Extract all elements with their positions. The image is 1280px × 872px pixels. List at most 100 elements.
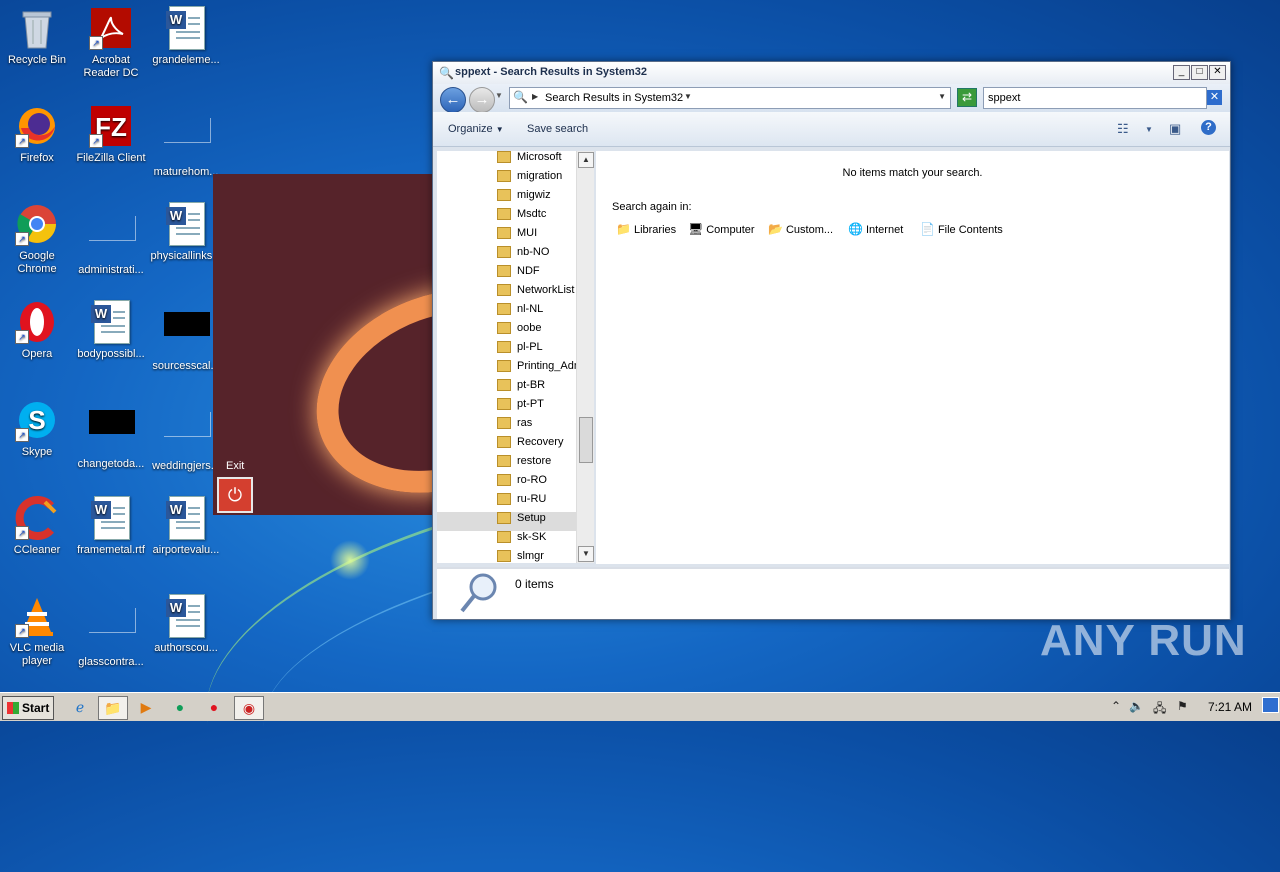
- desktop-icon-filezilla[interactable]: FZ ↗ FileZilla Client: [74, 104, 148, 165]
- blank-file-icon: [164, 118, 211, 162]
- save-search-button[interactable]: Save search: [527, 123, 588, 135]
- exit-button[interactable]: ⏻: [217, 477, 253, 513]
- clear-search-button[interactable]: ✕: [1207, 90, 1222, 105]
- network-icon[interactable]: 🖧: [1153, 699, 1166, 720]
- chevron-down-icon[interactable]: ▼: [1145, 125, 1153, 134]
- taskbar-explorer-button[interactable]: 📁: [98, 696, 128, 720]
- desktop-icon-ccleaner[interactable]: ↗ CCleaner: [0, 496, 74, 557]
- minimize-button[interactable]: _: [1173, 65, 1190, 80]
- desktop-icon-file[interactable]: W framemetal.rtf: [74, 496, 148, 557]
- preview-pane-icon[interactable]: ▣: [1169, 121, 1181, 137]
- help-button[interactable]: ?: [1201, 120, 1216, 135]
- search-icon: 🔍: [513, 90, 528, 104]
- desktop-icon-file[interactable]: sourcesscal...: [149, 300, 223, 373]
- show-hidden-icons-icon[interactable]: ⌃: [1111, 699, 1121, 713]
- desktop-icon-acrobat[interactable]: ↗ Acrobat Reader DC: [74, 6, 148, 80]
- volume-icon[interactable]: 🔈: [1129, 699, 1144, 713]
- desktop-icon-skype[interactable]: S ↗ Skype: [0, 398, 74, 459]
- back-button[interactable]: ←: [440, 87, 466, 113]
- desktop-icon-file[interactable]: W airportevalu...: [149, 496, 223, 557]
- search-computer-link[interactable]: 🖥 Computer: [688, 222, 755, 236]
- taskbar-media-player-button[interactable]: ▶: [132, 696, 160, 718]
- icon-label: VLC media player: [9, 642, 65, 667]
- scroll-thumb[interactable]: [579, 417, 593, 463]
- desktop-icon-file[interactable]: glasscontra...: [74, 594, 148, 669]
- desktop-icon-firefox[interactable]: ↗ Firefox: [0, 104, 74, 165]
- start-button[interactable]: Start: [2, 696, 54, 720]
- blank-file-icon: [89, 608, 136, 652]
- clock[interactable]: 7:21 AM: [1208, 700, 1252, 714]
- show-desktop-button[interactable]: [1262, 697, 1279, 713]
- search-input[interactable]: [984, 88, 1202, 107]
- folder-icon: [497, 265, 511, 278]
- search-icon: 🔍: [439, 66, 454, 80]
- folder-icon: [497, 208, 511, 221]
- folder-icon: [497, 151, 511, 164]
- chevron-down-icon[interactable]: ▼: [495, 91, 503, 100]
- desktop-icon-file[interactable]: W grandeleme...: [149, 6, 223, 67]
- taskbar-chrome-button[interactable]: ●: [166, 696, 194, 718]
- refresh-button[interactable]: ⇄: [957, 88, 977, 107]
- desktop-icon-vlc[interactable]: ↗ VLC media player: [0, 594, 74, 668]
- desktop-icon-file[interactable]: W authorscou...: [149, 594, 223, 655]
- word-document-icon: W: [164, 496, 208, 540]
- search-file-contents-link[interactable]: 📄 File Contents: [920, 222, 1003, 236]
- title-bar[interactable]: 🔍 sppext - Search Results in System32 _ …: [433, 62, 1230, 84]
- folder-label: NDF: [517, 265, 540, 277]
- chevron-down-icon[interactable]: ▼: [938, 92, 946, 101]
- location-label: Libraries: [633, 224, 677, 236]
- icon-label: authorscou...: [154, 642, 218, 654]
- organize-button[interactable]: Organize ▼: [448, 123, 504, 135]
- maximize-button[interactable]: □: [1191, 65, 1208, 80]
- folder-icon: [497, 512, 511, 525]
- icon-label: glasscontra...: [78, 656, 144, 668]
- icon-label: Skype: [21, 446, 53, 458]
- icon-label: framemetal.rtf: [77, 544, 145, 556]
- view-options-icon[interactable]: ☷: [1117, 121, 1129, 137]
- icon-label: Firefox: [20, 152, 54, 164]
- folder-icon: [497, 341, 511, 354]
- details-pane: 0 items: [437, 567, 1229, 619]
- search-box[interactable]: [983, 87, 1207, 109]
- desktop-icon-chrome[interactable]: ↗ Google Chrome: [0, 202, 74, 276]
- desktop-icon-opera[interactable]: ↗ Opera: [0, 300, 74, 361]
- desktop-icon-file[interactable]: maturehom...: [149, 104, 223, 179]
- wallpaper-flare: [330, 540, 370, 580]
- desktop-icon-file[interactable]: W physicallinks...: [149, 202, 223, 263]
- desktop-icon-file[interactable]: changetoda...: [74, 398, 148, 471]
- close-button[interactable]: ✕: [1209, 65, 1226, 80]
- scroll-up-arrow-icon[interactable]: ▲: [578, 152, 594, 168]
- desktop-icon-file[interactable]: weddingjers...: [149, 398, 223, 473]
- desktop-icon-file[interactable]: administrati...: [74, 202, 148, 277]
- command-bar: Organize ▼ Save search ☷ ▼ ▣ ?: [433, 112, 1230, 147]
- address-bar[interactable]: 🔍 ▶ Search Results in System32 ▼ ▼: [509, 87, 951, 109]
- taskbar-ie-button[interactable]: ℯ: [66, 696, 94, 718]
- folder-label: ro-RO: [517, 474, 547, 486]
- forward-button[interactable]: →: [469, 87, 495, 113]
- power-icon: ⏻: [227, 485, 243, 505]
- scroll-down-arrow-icon[interactable]: ▼: [578, 546, 594, 562]
- folder-icon: [497, 531, 511, 544]
- desktop-icon-file[interactable]: W bodypossibl...: [74, 300, 148, 361]
- organize-label: Organize: [448, 123, 493, 135]
- action-center-flag-icon[interactable]: ⚑: [1177, 699, 1188, 713]
- folder-item-selected[interactable]: Setup: [437, 512, 577, 531]
- search-custom-link[interactable]: 📂 Custom...: [768, 222, 833, 236]
- chevron-down-icon[interactable]: ▼: [684, 92, 692, 101]
- folder-icon: [497, 550, 511, 563]
- folder-label: pl-PL: [517, 341, 543, 353]
- taskbar-opera-button[interactable]: ●: [200, 696, 228, 718]
- breadcrumb[interactable]: Search Results in System32: [545, 92, 683, 104]
- folder-label: nl-NL: [517, 303, 544, 315]
- chevron-down-icon[interactable]: ▶: [532, 92, 538, 101]
- search-internet-link[interactable]: 🌐 Internet: [848, 222, 903, 236]
- no-items-message: No items match your search.: [842, 167, 983, 179]
- desktop-icon-recycle-bin[interactable]: Recycle Bin: [0, 6, 74, 67]
- taskbar-app-button[interactable]: ◉: [234, 696, 264, 720]
- folder-icon: [497, 189, 511, 202]
- word-document-icon: W: [164, 202, 208, 246]
- blank-file-icon: [164, 412, 211, 456]
- navigation-scrollbar[interactable]: ▲ ▼: [576, 151, 594, 563]
- icon-label: grandeleme...: [152, 54, 220, 66]
- search-libraries-link[interactable]: 📁 Libraries: [616, 222, 676, 236]
